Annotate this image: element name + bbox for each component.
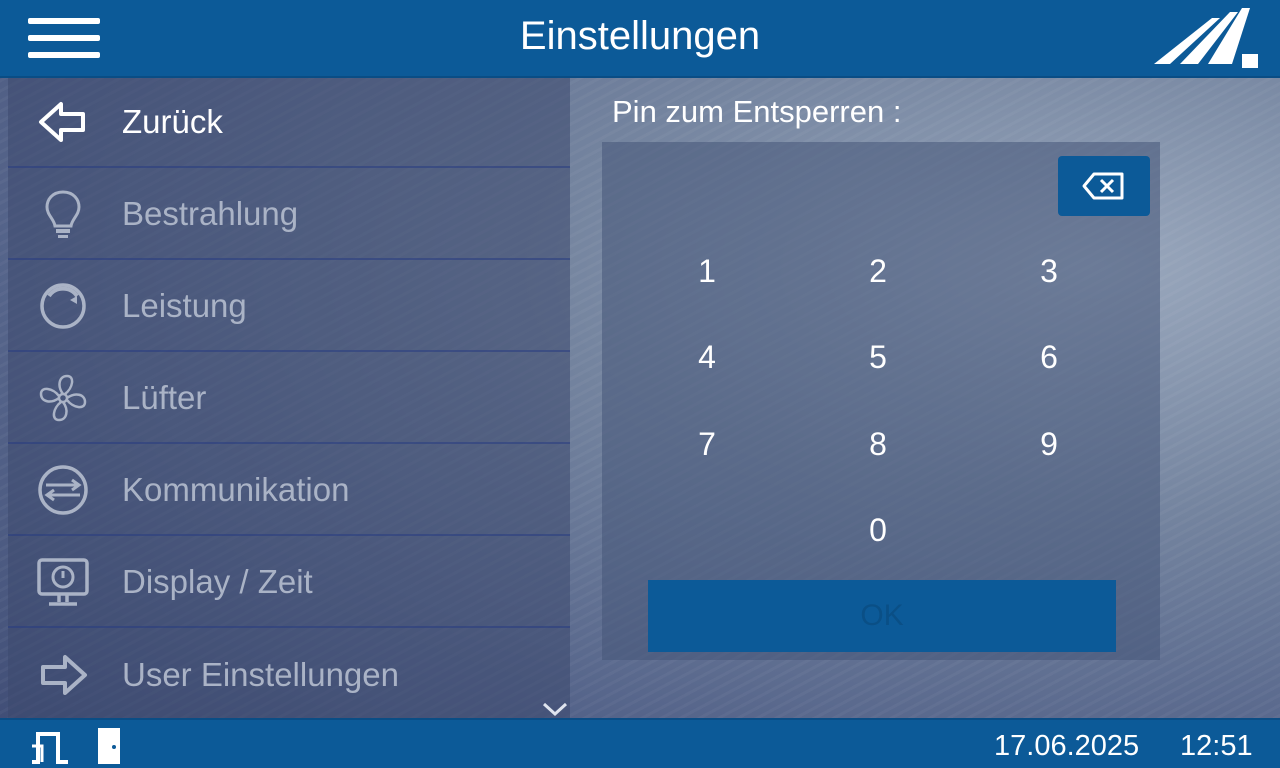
key-4[interactable]: 4 (647, 327, 767, 387)
arrow-left-icon (34, 93, 92, 151)
display-clock-icon (34, 553, 92, 611)
page-title: Einstellungen (519, 14, 761, 58)
key-3[interactable]: 3 (989, 241, 1109, 301)
brand-logo (1154, 8, 1258, 68)
menu-item-label: Kommunikation (122, 471, 350, 508)
chevron-down-icon[interactable] (540, 700, 570, 718)
fan-icon (34, 369, 92, 427)
key-9[interactable]: 9 (989, 414, 1109, 474)
lightbulb-icon (34, 185, 92, 243)
menu-item-label: Display / Zeit (122, 563, 313, 600)
pin-label: Pin zum Entsperren : (612, 94, 902, 129)
key-0[interactable]: 0 (818, 500, 938, 560)
menu-item-user-einstellungen[interactable]: User Einstellungen (8, 630, 570, 720)
menu-item-label: User Einstellungen (122, 656, 399, 693)
status-bar: 17.06.2025 12:51 (0, 718, 1280, 768)
arrow-right-icon (34, 646, 92, 704)
menu-item-luefter[interactable]: Lüfter (8, 354, 570, 444)
menu-item-kommunikation[interactable]: Kommunikation (8, 446, 570, 536)
status-date: 17.06.2025 (994, 730, 1140, 762)
settings-menu: Zurück Bestrahlung Leistung Lüfter Kommu… (8, 78, 570, 718)
backspace-button[interactable] (1058, 156, 1150, 216)
menu-item-zurueck[interactable]: Zurück (8, 78, 570, 168)
power-gauge-icon (34, 277, 92, 335)
menu-item-label: Bestrahlung (122, 195, 299, 232)
key-5[interactable]: 5 (818, 327, 938, 387)
menu-item-label: Lüfter (122, 379, 207, 416)
backspace-icon (1082, 172, 1124, 200)
menu-item-display-zeit[interactable]: Display / Zeit (8, 538, 570, 628)
menu-item-label: Leistung (122, 287, 247, 324)
communication-icon (34, 461, 92, 519)
pulse-signal-icon (32, 732, 68, 764)
key-8[interactable]: 8 (818, 414, 938, 474)
key-6[interactable]: 6 (989, 327, 1109, 387)
key-2[interactable]: 2 (818, 241, 938, 301)
status-time: 12:51 (1180, 730, 1253, 762)
key-1[interactable]: 1 (647, 241, 767, 301)
door-icon (98, 728, 120, 764)
ok-button[interactable]: OK (648, 580, 1116, 652)
menu-item-label: Zurück (122, 103, 223, 140)
pin-keypad: 1 2 3 4 5 6 7 8 9 0 OK (602, 142, 1160, 660)
header-bar: Einstellungen (0, 0, 1280, 78)
menu-item-bestrahlung[interactable]: Bestrahlung (8, 170, 570, 260)
menu-item-leistung[interactable]: Leistung (8, 262, 570, 352)
key-7[interactable]: 7 (647, 414, 767, 474)
